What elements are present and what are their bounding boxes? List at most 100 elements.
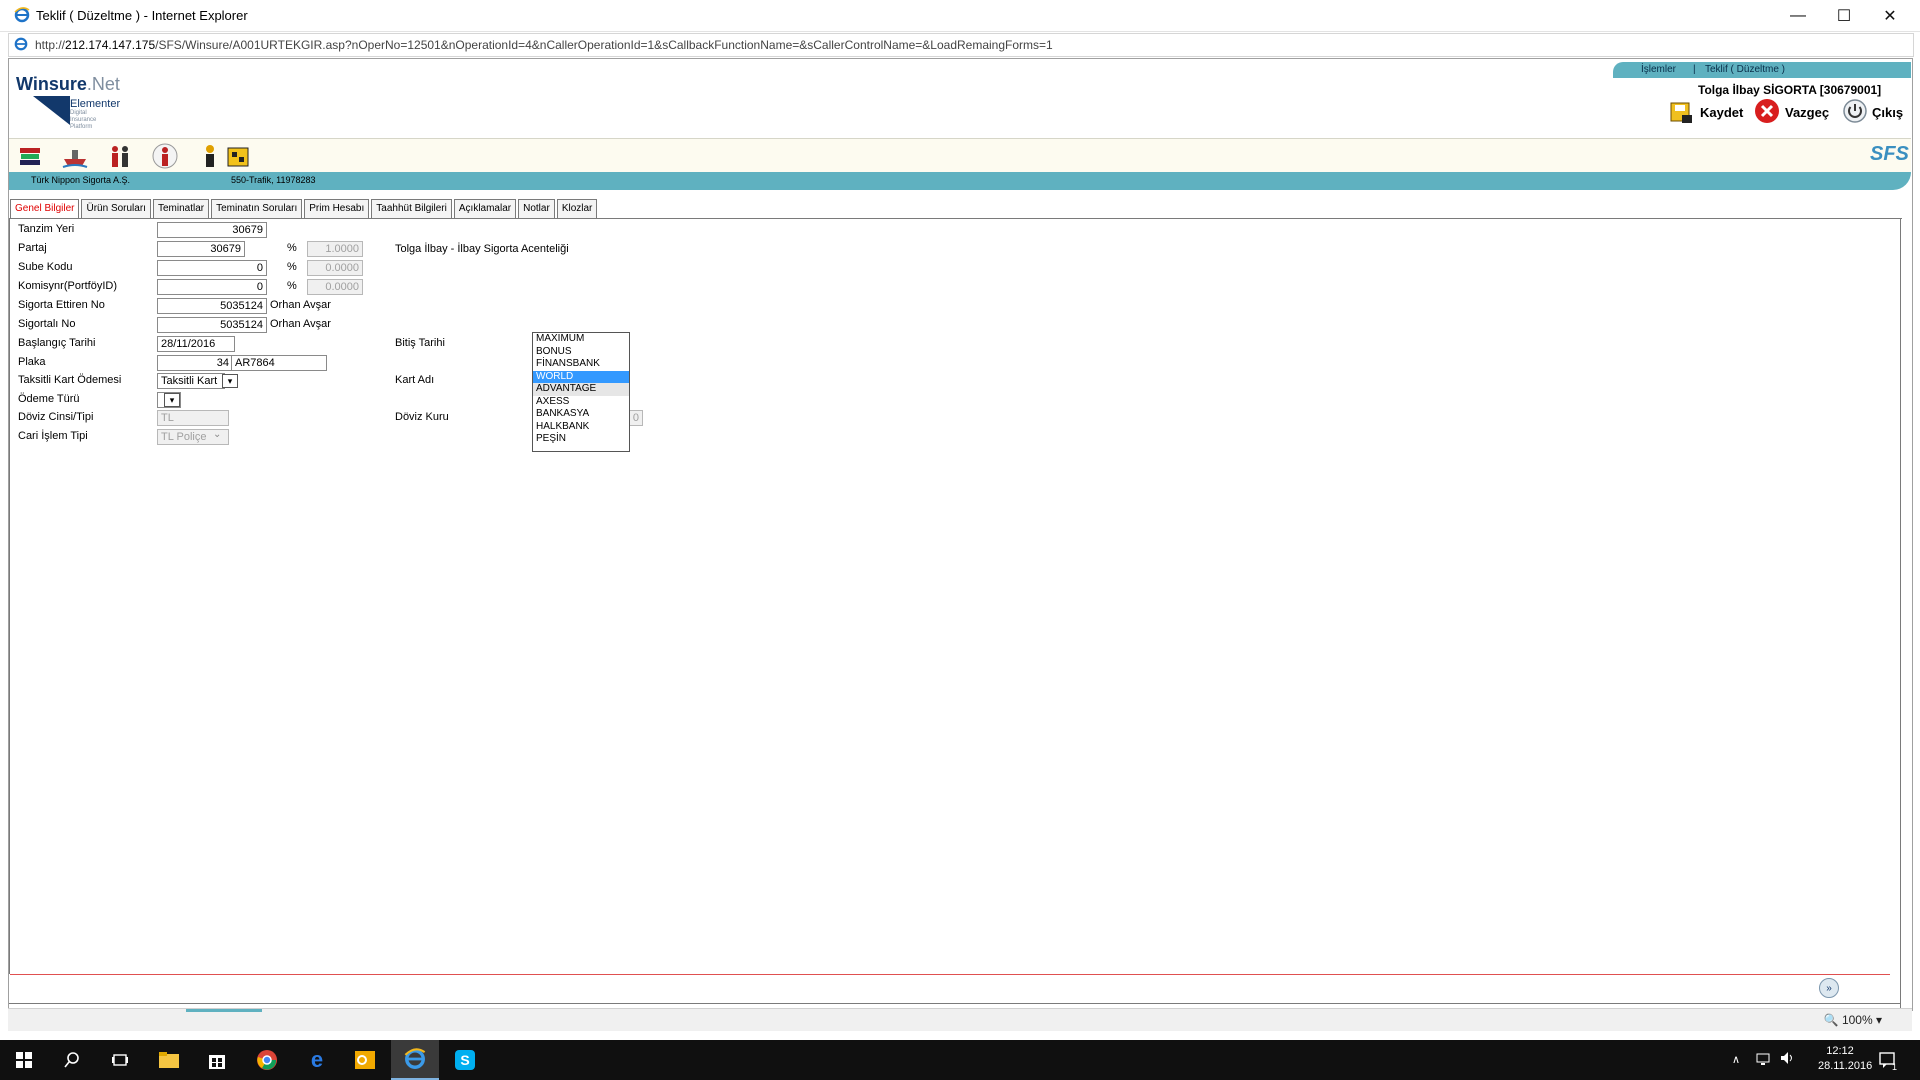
taksitli-select[interactable]: Taksitli Kart — [157, 373, 225, 389]
file-explorer-icon[interactable] — [145, 1040, 193, 1080]
notification-count: 1 — [1892, 1062, 1898, 1072]
health-icon[interactable] — [151, 142, 179, 170]
tab-teminatlar[interactable]: Teminatlar — [152, 199, 210, 218]
ship-icon[interactable] — [61, 142, 89, 170]
network-icon[interactable] — [1756, 1052, 1772, 1069]
maximize-button[interactable]: ☐ — [1821, 0, 1867, 31]
label-plaka: Plaka — [18, 356, 46, 368]
tab-aciklamalar[interactable]: Açıklamalar — [453, 199, 517, 218]
tab-genel-bilgiler[interactable]: Genel Bilgiler — [10, 199, 80, 218]
tab-klozlar[interactable]: Klozlar — [556, 199, 598, 218]
volume-icon[interactable] — [1780, 1051, 1796, 1068]
user-info: Tolga İlbay SİGORTA [30679001] — [1698, 83, 1882, 97]
baslangic-date-input[interactable]: 28/11/2016 — [157, 336, 235, 352]
komisyoncu-rate: 0.0000 — [307, 279, 363, 295]
search-icon[interactable] — [48, 1040, 96, 1080]
skype-icon[interactable]: S — [441, 1040, 489, 1080]
komisyoncu-percent: % — [287, 280, 297, 292]
tab-taahhut-bilgileri[interactable]: Taahhüt Bilgileri — [371, 199, 452, 218]
tanzim-yeri-input[interactable]: 30679 — [157, 222, 267, 238]
tab-notlar[interactable]: Notlar — [518, 199, 555, 218]
clock[interactable]: 12:12 28.11.2016 — [1818, 1045, 1872, 1072]
save-icon — [1668, 97, 1696, 128]
card-option[interactable]: BONUS — [533, 346, 629, 359]
label-sigortali: Sigortalı No — [18, 318, 76, 330]
label-sigorta-ettiren: Sigorta Ettiren No — [18, 299, 105, 311]
zoom-control[interactable]: 🔍 100% ▾ — [1824, 1013, 1882, 1027]
winsure-logo: Winsure.Net — [16, 74, 120, 94]
label-bitis: Bitiş Tarihi — [395, 337, 445, 349]
content-right-border — [1900, 219, 1901, 1009]
exit-button[interactable]: Çıkış — [1842, 98, 1903, 126]
card-option-hover[interactable]: ADVANTAGE — [533, 383, 629, 396]
status-bar: 🔍 100% ▾ — [8, 1008, 1912, 1031]
odeme-dropdown-arrow[interactable]: ▾ — [164, 393, 180, 407]
sfs-logo: SFS — [1870, 143, 1909, 165]
card-option[interactable]: AXESS — [533, 396, 629, 409]
partaj-rate: 1.0000 — [307, 241, 363, 257]
content-bottom-border — [9, 1003, 1901, 1004]
card-option[interactable]: BANKASYA — [533, 408, 629, 421]
save-button[interactable]: Kaydet — [1668, 98, 1743, 126]
tab-underline — [9, 218, 1902, 219]
nav-islemler[interactable]: İşlemler — [1641, 64, 1676, 75]
company-name: Türk Nippon Sigorta A.Ş. — [31, 175, 131, 185]
komisyoncu-input[interactable]: 0 — [157, 279, 267, 295]
sigorta-ettiren-name: Orhan Avşar — [270, 299, 331, 311]
person-icon[interactable] — [196, 142, 224, 170]
label-tanzim-yeri: Tanzim Yeri — [18, 223, 75, 235]
address-bar[interactable]: http://212.174.147.175/SFS/Winsure/A001U… — [8, 33, 1914, 57]
close-window-button[interactable]: ✕ — [1867, 0, 1913, 31]
books-icon[interactable] — [16, 142, 44, 170]
logo-tagline: Digital Insurance Platform — [70, 110, 97, 130]
card-option-selected[interactable]: WORLD — [533, 370, 629, 383]
outlook-icon[interactable] — [341, 1040, 389, 1080]
people-icon[interactable] — [106, 142, 134, 170]
sube-kodu-input[interactable]: 0 — [157, 260, 267, 276]
minimize-button[interactable]: — — [1775, 0, 1821, 31]
edge-icon[interactable]: e — [293, 1040, 341, 1080]
tab-teminat-sorulari[interactable]: Teminatın Soruları — [211, 199, 303, 218]
window-title: Teklif ( Düzeltme ) - Internet Explorer — [36, 8, 248, 23]
top-breadcrumb: İşlemler | Teklif ( Düzeltme ) — [1613, 62, 1911, 78]
tab-prim-hesabi[interactable]: Prim Hesabı — [304, 199, 370, 218]
kart-adi-dropdown-list[interactable]: MAXIMUM BONUS FİNANSBANK WORLD ADVANTAGE… — [532, 332, 630, 452]
sigortali-input[interactable]: 5035124 — [157, 317, 267, 333]
label-taksitli: Taksitli Kart Ödemesi — [18, 374, 122, 386]
partaj-input[interactable]: 30679 — [157, 241, 245, 257]
start-button[interactable] — [0, 1040, 48, 1080]
plaka-il-input[interactable]: 34 — [157, 355, 233, 371]
nav-teklif[interactable]: Teklif ( Düzeltme ) — [1705, 64, 1785, 75]
partaj-percent: % — [287, 242, 297, 254]
card-option[interactable]: HALKBANK — [533, 421, 629, 434]
label-baslangic: Başlangıç Tarihi — [18, 337, 96, 349]
window-title-bar: Teklif ( Düzeltme ) - Internet Explorer … — [0, 0, 1920, 32]
product-info: 550-Trafik, 11978283 — [231, 175, 316, 185]
policy-info-bar: Türk Nippon Sigorta A.Ş. 550-Trafik, 119… — [9, 172, 1911, 190]
logo-subtitle: Elementer — [70, 98, 121, 110]
doviz-input: TL — [157, 410, 229, 426]
card-option[interactable]: PEŞİN — [533, 433, 629, 446]
card-option[interactable]: FİNANSBANK — [533, 358, 629, 371]
card-option[interactable]: MAXIMUM — [533, 333, 629, 346]
label-doviz-kuru: Döviz Kuru — [395, 411, 449, 423]
taksitli-dropdown-arrow[interactable]: ▾ — [222, 374, 238, 388]
power-icon — [1842, 98, 1868, 127]
cari-chevron-icon: ⌄ — [213, 429, 222, 440]
toolbar — [9, 138, 1911, 174]
url-text[interactable]: http://212.174.147.175/SFS/Winsure/A001U… — [35, 38, 1053, 52]
plaka-no-input[interactable]: AR7864 — [231, 355, 327, 371]
tab-urun-sorulari[interactable]: Ürün Soruları — [81, 199, 151, 218]
store-icon[interactable] — [193, 1040, 241, 1080]
cancel-button[interactable]: Vazgeç — [1753, 98, 1829, 126]
chrome-icon[interactable] — [243, 1040, 291, 1080]
internet-explorer-icon[interactable] — [391, 1040, 439, 1080]
tab-strip: Genel Bilgiler Ürün Soruları Teminatlar … — [10, 199, 598, 219]
sigorta-ettiren-input[interactable]: 5035124 — [157, 298, 267, 314]
task-view-icon[interactable] — [96, 1040, 144, 1080]
forward-icon[interactable]: » — [1819, 978, 1839, 998]
windows-taskbar: e S ∧ 12:12 28.11.2016 1 — [0, 1040, 1920, 1080]
tray-chevron-icon[interactable]: ∧ — [1732, 1053, 1740, 1066]
nav-separator: | — [1693, 64, 1696, 75]
package-icon[interactable] — [224, 142, 252, 170]
